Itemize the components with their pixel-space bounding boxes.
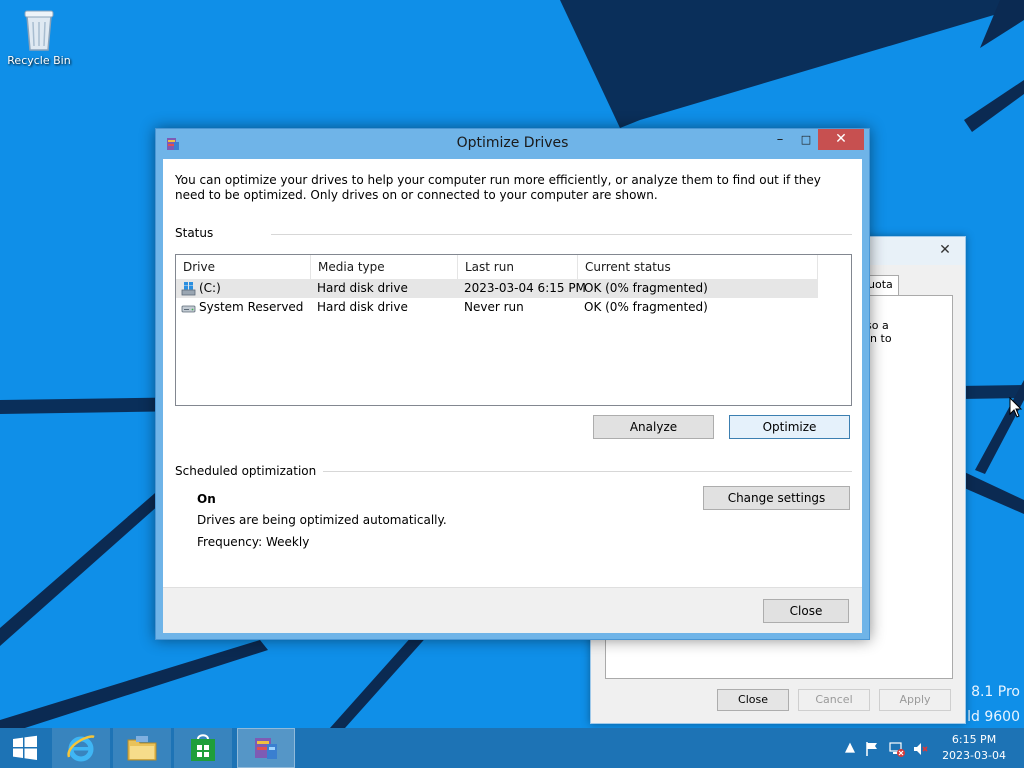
hard-drive-icon: [181, 305, 196, 313]
recycle-bin-shortcut[interactable]: Recycle Bin: [4, 6, 74, 67]
last-run-cell: 2023-03-04 6:15 PM: [464, 281, 586, 295]
network-disconnected-icon[interactable]: [889, 741, 905, 757]
taskbar-internet-explorer[interactable]: [52, 728, 110, 768]
action-center-flag-icon[interactable]: [864, 741, 880, 757]
drive-name: System Reserved: [199, 300, 304, 314]
drives-list[interactable]: Drive Media type Last run Current status…: [175, 254, 852, 406]
minimize-button[interactable]: –: [768, 129, 792, 150]
column-header-current-status[interactable]: Current status: [578, 255, 818, 279]
taskbar-file-explorer[interactable]: [113, 728, 171, 768]
windows-build-watermark: ild 9600: [963, 709, 1020, 725]
current-status-cell: OK (0% fragmented): [584, 281, 708, 295]
column-header-drive[interactable]: Drive: [176, 255, 311, 279]
schedule-state: On: [197, 492, 216, 506]
internet-explorer-icon: [67, 735, 95, 762]
background-apply-button[interactable]: Apply: [879, 689, 951, 711]
recycle-bin-icon: [24, 10, 54, 51]
windows-drive-icon: [181, 282, 196, 296]
clock-time: 6:15 PM: [951, 733, 997, 746]
close-window-button[interactable]: ✕: [818, 129, 864, 150]
analyze-button[interactable]: Analyze: [593, 415, 714, 439]
taskbar-store[interactable]: [174, 728, 232, 768]
drive-name-cell: System Reserved: [181, 298, 303, 317]
drive-row-system-reserved[interactable]: System Reserved Hard disk drive Never ru…: [176, 298, 851, 317]
optimize-drives-taskbar-icon: [255, 738, 277, 759]
media-type-cell: Hard disk drive: [317, 300, 408, 314]
scheduled-optimization-label: Scheduled optimization: [175, 464, 317, 478]
column-header-media-type[interactable]: Media type: [311, 255, 458, 279]
intro-text: You can optimize your drives to help you…: [175, 173, 821, 202]
status-divider: [271, 234, 852, 235]
file-explorer-icon: [127, 736, 157, 761]
column-header-last-run[interactable]: Last run: [458, 255, 578, 279]
background-cancel-button[interactable]: Cancel: [798, 689, 870, 711]
windows-logo-icon: [13, 735, 37, 760]
close-button[interactable]: Close: [763, 599, 849, 623]
scheduled-divider: [323, 471, 852, 472]
taskbar: ▲ 6:15 PM 2023-03-04: [0, 728, 1024, 768]
clock-date: 2023-03-04: [942, 749, 1006, 762]
start-button[interactable]: [0, 728, 50, 768]
media-type-cell: Hard disk drive: [317, 281, 408, 295]
last-run-cell: Never run: [464, 300, 524, 314]
mouse-cursor-icon: [1009, 397, 1023, 418]
optimize-drives-window: Optimize Drives – □ ✕ You can optimize y…: [155, 128, 870, 640]
taskbar-optimize-drives[interactable]: [237, 728, 295, 768]
drive-name: (C:): [199, 281, 221, 295]
schedule-frequency: Frequency: Weekly: [197, 535, 310, 549]
drive-name-cell: (C:): [181, 279, 221, 298]
show-hidden-icons-chevron-icon[interactable]: ▲: [845, 740, 855, 755]
status-section-label: Status: [175, 226, 214, 240]
recycle-bin-label: Recycle Bin: [7, 54, 71, 67]
window-titlebar[interactable]: Optimize Drives – □ ✕: [156, 129, 869, 159]
volume-muted-icon[interactable]: [913, 741, 929, 757]
background-close-button[interactable]: Close: [717, 689, 789, 711]
windows-edition-watermark: s 8.1 Pro: [959, 684, 1020, 700]
optimize-button[interactable]: Optimize: [729, 415, 850, 439]
schedule-description: Drives are being optimized automatically…: [197, 513, 447, 527]
maximize-button[interactable]: □: [794, 129, 818, 150]
drives-list-header: Drive Media type Last run Current status: [176, 255, 851, 279]
change-settings-button[interactable]: Change settings: [703, 486, 850, 510]
drive-row-c[interactable]: (C:) Hard disk drive 2023-03-04 6:15 PM …: [176, 279, 818, 298]
store-icon: [191, 734, 215, 761]
background-window-tab[interactable]: uota: [867, 275, 899, 295]
current-status-cell: OK (0% fragmented): [584, 300, 708, 314]
window-client-area: You can optimize your drives to help you…: [163, 159, 862, 633]
taskbar-clock[interactable]: 6:15 PM 2023-03-04: [942, 732, 1006, 764]
dialog-footer: Close: [163, 587, 862, 633]
window-title: Optimize Drives: [456, 135, 569, 151]
background-window-close-icon[interactable]: ✕: [933, 240, 957, 260]
